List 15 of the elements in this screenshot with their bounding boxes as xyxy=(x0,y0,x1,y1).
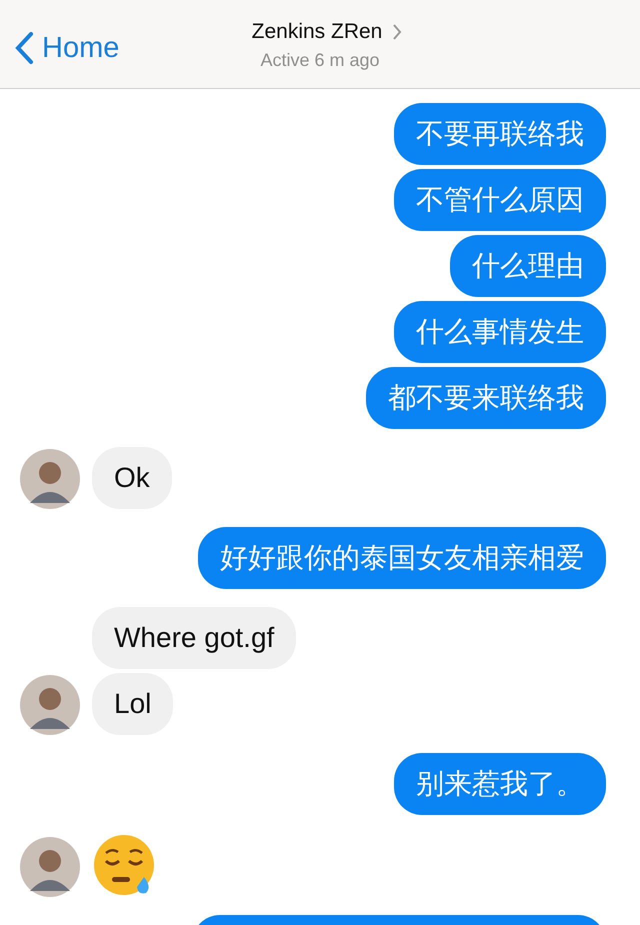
received-message: Ok xyxy=(92,447,172,509)
sent-message: 不要再联络我 xyxy=(394,103,606,165)
back-button[interactable]: Home xyxy=(14,31,120,65)
received-message: Where got.gf xyxy=(92,607,296,669)
chevron-left-icon xyxy=(14,31,34,65)
sent-message: 什么理由 xyxy=(450,235,606,297)
received-message: Lol xyxy=(92,673,174,735)
sent-message: 不管什么原因 xyxy=(394,169,606,231)
sent-message: 好好跟你的泰国女友相亲相爱 xyxy=(198,527,606,589)
chevron-right-icon xyxy=(392,23,402,41)
sent-message: 别来惹我了。 xyxy=(394,753,606,815)
active-status: Active 6 m ago xyxy=(260,50,380,71)
sent-message: 都不要来联络我 xyxy=(366,367,606,429)
contact-name[interactable]: Zenkins ZRen xyxy=(252,20,382,44)
sent-message: 什么事情发生 xyxy=(394,301,606,363)
